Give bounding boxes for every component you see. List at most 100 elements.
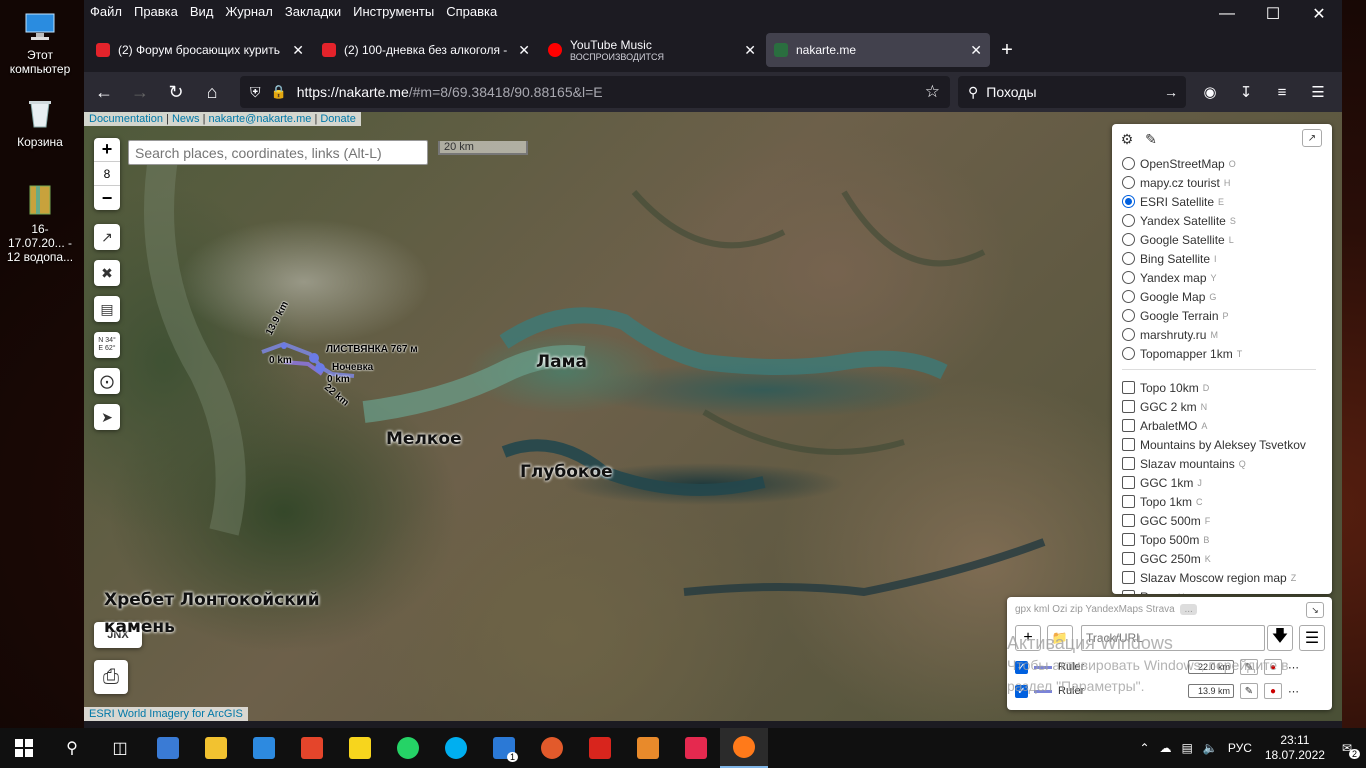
radio-button[interactable] [1122, 290, 1135, 303]
show-hidden-icons[interactable]: ⌃ [1139, 741, 1149, 755]
back-button[interactable]: ← [88, 76, 120, 108]
taskbar-app-button[interactable] [624, 728, 672, 768]
base-layer-option[interactable]: marshruty.ru M [1112, 325, 1332, 344]
overlay-layer-option[interactable]: GGC 500m F [1112, 511, 1332, 530]
print-area-button[interactable]: ▤ [94, 296, 120, 322]
start-button[interactable] [0, 728, 48, 768]
network-icon[interactable]: ▤ [1182, 741, 1193, 755]
minimize-button[interactable]: — [1204, 0, 1250, 28]
taskbar-app-button[interactable] [144, 728, 192, 768]
more-dots-icon[interactable]: ⋯ [1288, 685, 1299, 698]
menu-view[interactable]: Вид [190, 4, 214, 19]
checkbox[interactable] [1122, 495, 1135, 508]
taskbar-app-button[interactable] [672, 728, 720, 768]
overlay-layer-option[interactable]: Topo 500m B [1112, 530, 1332, 549]
base-layer-option[interactable]: Yandex Satellite S [1112, 211, 1332, 230]
menu-edit[interactable]: Правка [134, 4, 178, 19]
checkbox[interactable] [1122, 381, 1135, 394]
radio-button[interactable] [1122, 309, 1135, 322]
base-layer-option[interactable]: Topomapper 1km T [1112, 344, 1332, 363]
base-layer-option[interactable]: Google Satellite L [1112, 230, 1332, 249]
search-go-icon[interactable]: → [1164, 84, 1178, 100]
azimuth-button[interactable]: ⨀ [94, 368, 120, 394]
downloads-icon[interactable]: ↧ [1228, 76, 1264, 108]
taskbar-app-button[interactable]: 1 [480, 728, 528, 768]
add-point-icon[interactable]: ● [1264, 683, 1282, 699]
checkbox[interactable] [1122, 419, 1135, 432]
taskbar-app-button[interactable] [720, 728, 768, 768]
email-link[interactable]: nakarte@nakarte.me [208, 113, 311, 125]
extensions-icon[interactable]: ≡ [1264, 76, 1300, 108]
tab-100-days[interactable]: (2) 100-дневка без алкоголя - ✕ [314, 33, 538, 67]
url-bar[interactable]: ⛨ 🔒 https://nakarte.me/#m=8/69.38418/90.… [240, 76, 950, 108]
overlay-layer-option[interactable]: Slazav mountains Q [1112, 454, 1332, 473]
menu-tools[interactable]: Инструменты [353, 4, 434, 19]
overlay-layer-option[interactable]: GGC 2 km N [1112, 397, 1332, 416]
coordinates-button[interactable]: N 34° E 62° [94, 332, 120, 358]
base-layer-option[interactable]: ESRI Satellite E [1112, 192, 1332, 211]
overlay-layer-option[interactable]: Topo 10km D [1112, 378, 1332, 397]
lock-icon[interactable]: 🔒 [271, 84, 287, 100]
base-layer-option[interactable]: mapy.cz tourist H [1112, 173, 1332, 192]
checkbox[interactable] [1122, 552, 1135, 565]
forward-button[interactable]: → [124, 76, 156, 108]
checkbox[interactable] [1122, 438, 1135, 451]
more-dots-icon[interactable]: ⋯ [1288, 661, 1299, 674]
close-window-button[interactable]: ✕ [1296, 0, 1342, 28]
home-button[interactable]: ⌂ [196, 76, 228, 108]
base-layer-option[interactable]: Google Terrain P [1112, 306, 1332, 325]
measure-button[interactable]: ✖ [94, 260, 120, 286]
maximize-button[interactable]: ☐ [1250, 0, 1296, 28]
base-layer-option[interactable]: Yandex map Y [1112, 268, 1332, 287]
desktop-icon-recycle-bin[interactable]: Корзина [4, 95, 76, 149]
collapse-layers-icon[interactable]: ↗ [1302, 129, 1322, 147]
taskbar-app-button[interactable] [288, 728, 336, 768]
tab-close-icon[interactable]: ✕ [292, 42, 304, 59]
tab-close-icon[interactable]: ✕ [970, 42, 982, 59]
taskbar-app-button[interactable] [528, 728, 576, 768]
desktop-icon-this-pc[interactable]: Этот компьютер [4, 8, 76, 76]
desktop-icon-archive[interactable]: 16-17.07.20... - 12 водопа... [4, 182, 76, 264]
taskbar-app-button[interactable] [384, 728, 432, 768]
tab-close-icon[interactable]: ✕ [744, 42, 756, 59]
tab-close-icon[interactable]: ✕ [518, 42, 530, 59]
tab-forum[interactable]: (2) Форум бросающих курить ✕ [88, 33, 312, 67]
radio-button[interactable] [1122, 271, 1135, 284]
zoom-in-button[interactable]: + [94, 138, 120, 162]
menu-help[interactable]: Справка [446, 4, 497, 19]
radio-button[interactable] [1122, 195, 1135, 208]
checkbox[interactable] [1122, 457, 1135, 470]
tracks-menu-button[interactable]: ☰ [1299, 625, 1325, 651]
language-indicator[interactable]: РУС [1228, 741, 1252, 755]
pencil-icon[interactable]: ✎ [1142, 130, 1160, 148]
base-layer-option[interactable]: OpenStreetMap O [1112, 154, 1332, 173]
volume-icon[interactable]: 🔈 [1203, 741, 1218, 755]
taskbar-app-button[interactable] [576, 728, 624, 768]
checkbox[interactable] [1122, 476, 1135, 489]
overlay-layer-option[interactable]: GGC 1km J [1112, 473, 1332, 492]
donate-link[interactable]: Donate [320, 113, 355, 125]
checkbox[interactable] [1122, 590, 1135, 594]
new-tab-button[interactable]: + [992, 39, 1022, 62]
documentation-link[interactable]: Documentation [89, 113, 163, 125]
taskbar-app-button[interactable] [240, 728, 288, 768]
menu-bookmarks[interactable]: Закладки [285, 4, 341, 19]
edit-track-icon[interactable]: ✎ [1240, 683, 1258, 699]
radio-button[interactable] [1122, 347, 1135, 360]
task-view-icon[interactable]: ◫ [96, 728, 144, 768]
radio-button[interactable] [1122, 328, 1135, 341]
taskbar-app-button[interactable] [336, 728, 384, 768]
menu-history[interactable]: Журнал [225, 4, 272, 19]
download-track-button[interactable]: 🡇 [1267, 625, 1293, 651]
notifications-icon[interactable]: ✉ 2 [1342, 741, 1360, 759]
search-taskbar-icon[interactable]: ⚲ [48, 728, 96, 768]
radio-button[interactable] [1122, 252, 1135, 265]
shield-icon[interactable]: ⛨ [250, 84, 261, 101]
track-formats-more[interactable]: ... [1180, 604, 1197, 615]
base-layer-option[interactable]: Bing Satellite I [1112, 249, 1332, 268]
taskbar-app-button[interactable] [192, 728, 240, 768]
checkbox[interactable] [1122, 514, 1135, 527]
attribution[interactable]: ESRI World Imagery for ArcGIS [84, 707, 248, 721]
checkbox[interactable] [1122, 400, 1135, 413]
clock[interactable]: 23:11 18.07.2022 [1265, 733, 1325, 763]
